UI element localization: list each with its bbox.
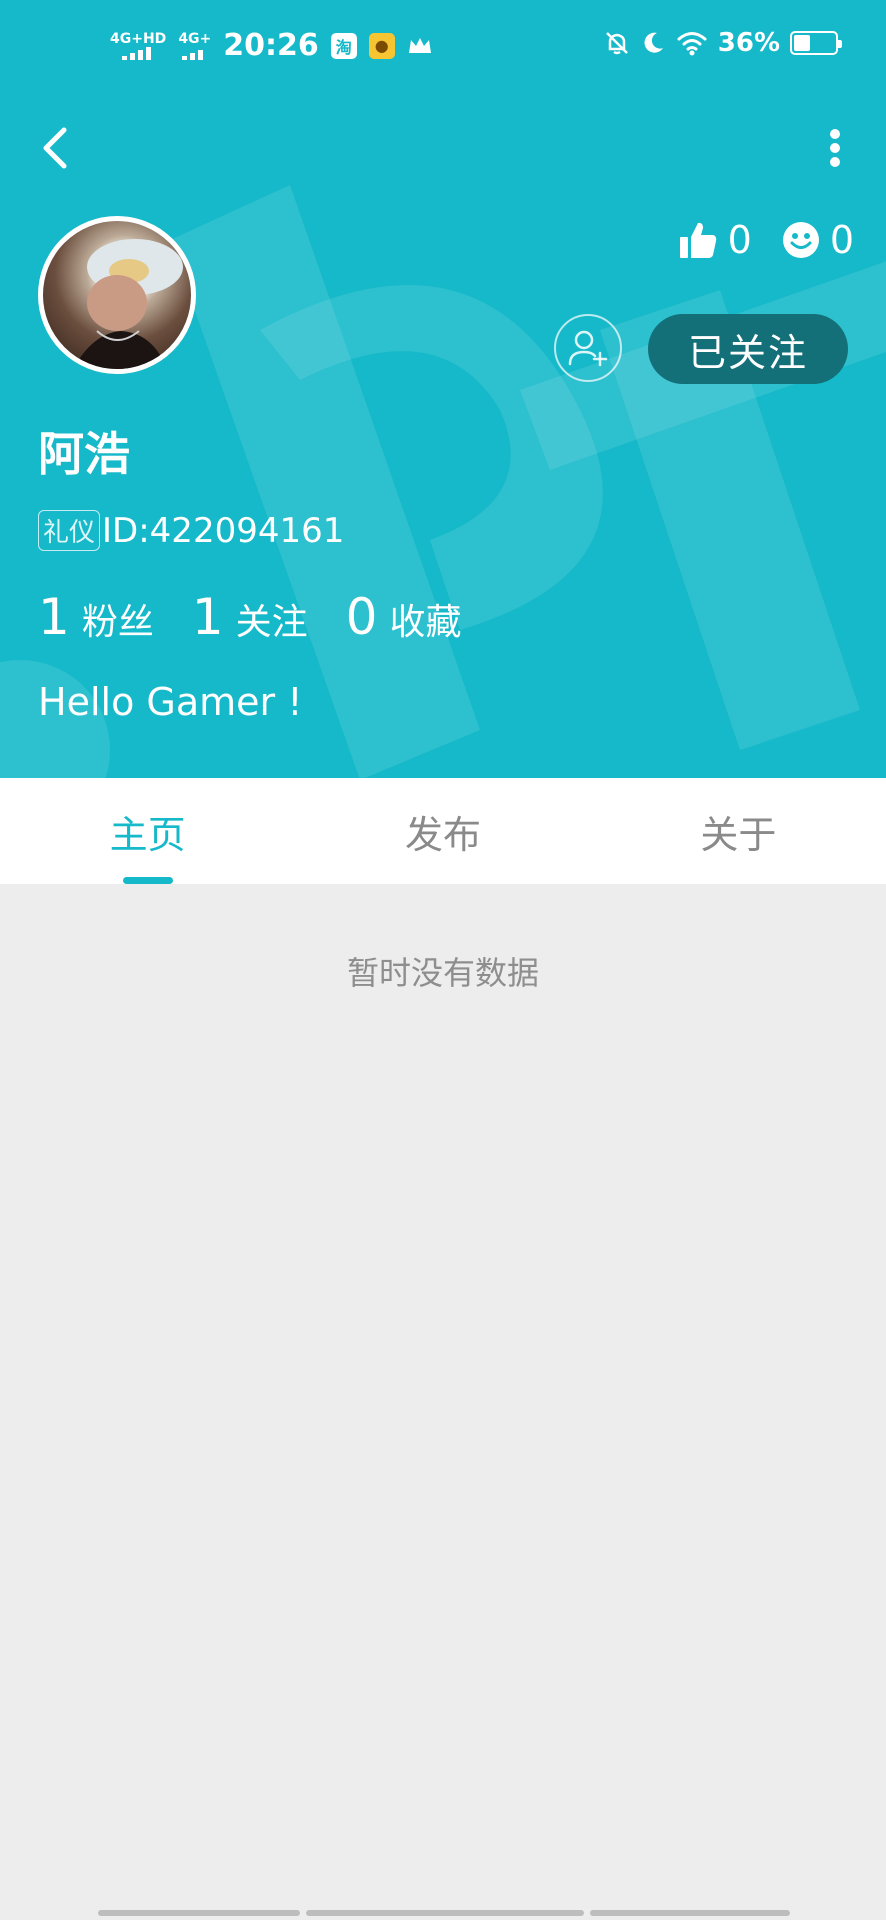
- tab-posts[interactable]: 发布: [295, 778, 590, 884]
- status-bar: 4G+HD 4G+ 20:26 淘 ● 36%: [0, 0, 886, 100]
- user-tag-badge: 礼仪: [38, 510, 101, 551]
- likes-stat[interactable]: 0: [678, 218, 752, 262]
- bottom-gesture-bar: [98, 1910, 790, 1916]
- chevron-left-icon: [43, 127, 67, 169]
- following-count[interactable]: 1 关注: [192, 588, 308, 646]
- thumbs-up-icon: [679, 222, 716, 258]
- bell-off-icon: [605, 32, 628, 55]
- avatar-image: [73, 239, 183, 369]
- tab-about[interactable]: 关于: [591, 778, 886, 884]
- more-button[interactable]: [810, 118, 860, 178]
- smile-icon: [782, 222, 819, 258]
- user-name: 阿浩: [38, 427, 130, 481]
- follow-counts: 1 粉丝 1 关注 0 收藏: [38, 588, 499, 646]
- wifi-icon: [677, 32, 707, 56]
- battery-icon: [790, 31, 842, 55]
- more-vertical-icon: [830, 129, 840, 167]
- profile-tabs: 主页 发布 关于: [0, 778, 886, 884]
- smile-stat[interactable]: 0: [782, 218, 854, 262]
- back-button[interactable]: [30, 118, 80, 178]
- crown-icon: [408, 37, 431, 53]
- signal-icon: 4G+: [178, 32, 211, 60]
- follow-button[interactable]: 已关注: [648, 314, 848, 384]
- reaction-stats: 0 0: [678, 218, 854, 262]
- add-friend-button[interactable]: [554, 314, 622, 382]
- active-tab-indicator: [122, 877, 173, 884]
- taobao-app-icon: 淘: [330, 32, 357, 59]
- user-id: ID:422094161: [102, 510, 345, 551]
- signal-icon: 4G+HD: [110, 32, 166, 60]
- moon-icon: [644, 32, 663, 53]
- tab-home[interactable]: 主页: [0, 778, 295, 884]
- empty-state-text: 暂时没有数据: [346, 954, 539, 992]
- user-bio: Hello Gamer !: [38, 680, 303, 724]
- avatar[interactable]: [38, 216, 196, 374]
- game-app-icon: ●: [368, 32, 395, 59]
- add-user-icon: [568, 330, 608, 367]
- fans-count[interactable]: 1 粉丝: [38, 588, 154, 646]
- clock: 20:26: [223, 28, 319, 63]
- watermark-logo: [0, 185, 886, 778]
- user-id-row: 礼仪 ID:422094161: [38, 510, 344, 551]
- favorites-count[interactable]: 0 收藏: [346, 588, 462, 646]
- profile-header: 4G+HD 4G+ 20:26 淘 ● 36% 0 0 已关注 阿浩 礼仪 ID…: [0, 0, 886, 778]
